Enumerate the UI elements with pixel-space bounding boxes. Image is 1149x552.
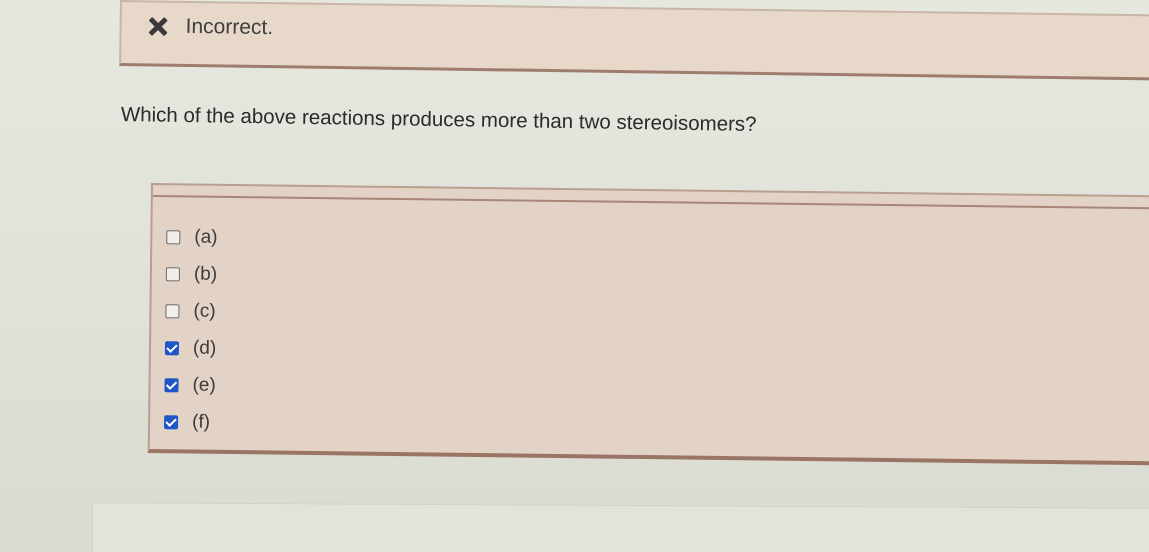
feedback-text: Incorrect. [185, 14, 274, 40]
checkbox-checked[interactable] [164, 340, 180, 355]
option-label: (f) [191, 411, 211, 433]
option-label: (c) [193, 300, 216, 322]
checkbox-unchecked[interactable] [166, 229, 181, 244]
option-label: (b) [193, 263, 218, 285]
option-a[interactable]: (a) [166, 218, 218, 256]
option-d[interactable]: (d) [164, 329, 217, 367]
question-text: Which of the above reactions produces mo… [120, 103, 757, 136]
option-label: (a) [194, 226, 218, 248]
x-icon [145, 14, 169, 38]
option-f[interactable]: (f) [163, 403, 216, 441]
quiz-page: Incorrect. Which of the above reactions … [0, 0, 1149, 552]
feedback-banner: Incorrect. [119, 0, 1149, 81]
feedback-content: Incorrect. [145, 14, 273, 40]
option-c[interactable]: (c) [165, 292, 217, 330]
checkbox-checked[interactable] [163, 414, 179, 429]
checkbox-unchecked[interactable] [165, 303, 180, 318]
answer-options-panel: (a) (b) (c) (d) (e) (f) [147, 183, 1149, 466]
panel-divider [152, 195, 1149, 210]
checkbox-unchecked[interactable] [165, 266, 180, 281]
option-label: (e) [192, 374, 216, 396]
options-list: (a) (b) (c) (d) (e) (f) [163, 218, 218, 441]
option-label: (d) [192, 337, 217, 359]
checkbox-checked[interactable] [164, 377, 179, 392]
option-b[interactable]: (b) [165, 255, 218, 293]
option-e[interactable]: (e) [164, 366, 216, 404]
next-panel [91, 502, 1149, 552]
